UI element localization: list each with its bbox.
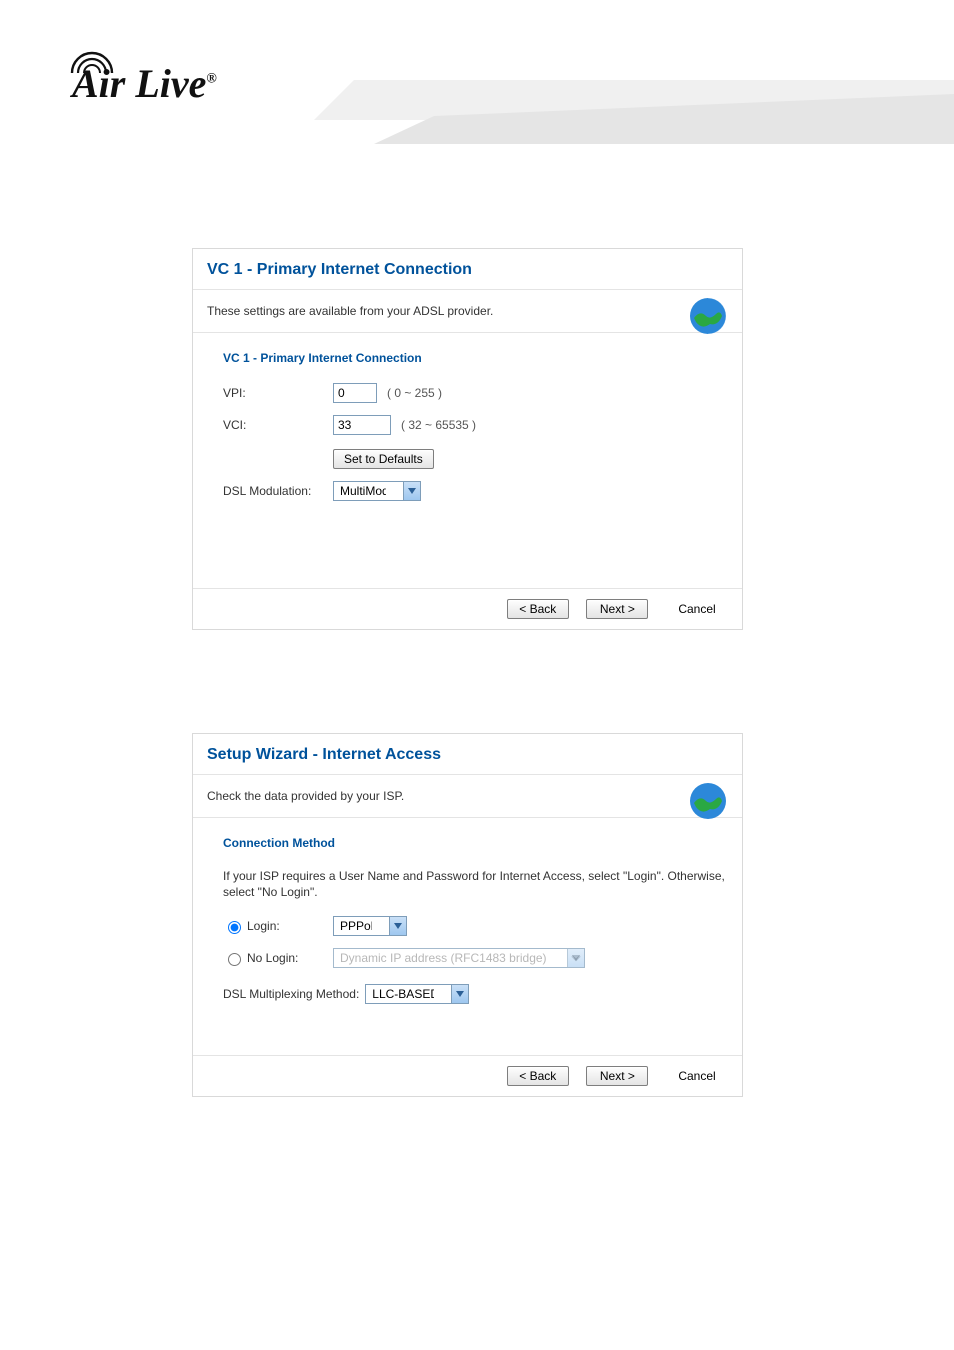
wizard-panel: Setup Wizard - Internet Access Check the…: [192, 733, 743, 1097]
vc1-cancel-button[interactable]: Cancel: [666, 600, 728, 618]
dsl-mod-select[interactable]: MultiMode: [333, 481, 421, 501]
vc1-section-head: VC 1 - Primary Internet Connection: [223, 351, 728, 365]
dsl-mux-select[interactable]: LLC-BASED: [365, 984, 469, 1004]
globe-icon: [688, 296, 728, 339]
brand-logo: Air Live®: [72, 60, 217, 107]
vpi-hint: ( 0 ~ 255 ): [387, 386, 442, 400]
globe-icon: [688, 781, 728, 824]
dsl-mod-label: DSL Modulation:: [223, 484, 333, 498]
nologin-select: Dynamic IP address (RFC1483 bridge): [333, 948, 585, 968]
wizard-cancel-button[interactable]: Cancel: [666, 1067, 728, 1085]
vc1-next-button[interactable]: Next >: [586, 599, 648, 619]
header-decoration: [314, 80, 954, 183]
dsl-mux-label: DSL Multiplexing Method:: [223, 987, 359, 1001]
vpi-label: VPI:: [223, 386, 333, 400]
wizard-back-button[interactable]: < Back: [507, 1066, 569, 1086]
login-label: Login:: [247, 919, 280, 933]
vc1-back-button[interactable]: < Back: [507, 599, 569, 619]
set-defaults-button[interactable]: Set to Defaults: [333, 449, 434, 469]
vci-hint: ( 32 ~ 65535 ): [401, 418, 476, 432]
wizard-title: Setup Wizard - Internet Access: [193, 734, 742, 775]
login-select[interactable]: PPPoE: [333, 916, 407, 936]
vc1-title: VC 1 - Primary Internet Connection: [193, 249, 742, 290]
vc1-panel: VC 1 - Primary Internet Connection These…: [192, 248, 743, 630]
wizard-desc: Check the data provided by your ISP.: [207, 789, 404, 803]
vpi-input[interactable]: [333, 383, 377, 403]
conn-method-head: Connection Method: [223, 836, 728, 850]
vci-input[interactable]: [333, 415, 391, 435]
conn-method-para: If your ISP requires a User Name and Pas…: [223, 868, 728, 900]
login-radio[interactable]: [228, 921, 241, 934]
vc1-desc: These settings are available from your A…: [207, 304, 493, 318]
nologin-label: No Login:: [247, 951, 298, 965]
vci-label: VCI:: [223, 418, 333, 432]
wizard-next-button[interactable]: Next >: [586, 1066, 648, 1086]
nologin-radio[interactable]: [228, 953, 241, 966]
